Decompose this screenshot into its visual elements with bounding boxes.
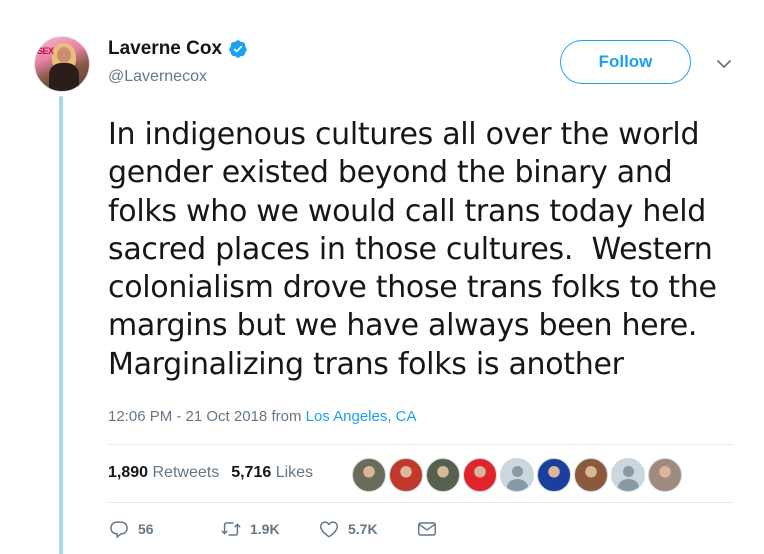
tweet-line: margins but we have always been here. (108, 308, 698, 344)
tweet-line: folks who we would call trans today held (108, 193, 707, 229)
heart-icon (320, 521, 338, 538)
liker-avatar[interactable] (426, 458, 460, 492)
liker-avatar[interactable] (389, 458, 423, 492)
liker-avatar[interactable] (500, 458, 534, 492)
retweet-count: 1.9K (250, 521, 280, 537)
tweet-line: In indigenous cultures all over the worl… (108, 117, 700, 152)
reply-action[interactable]: 56 (108, 518, 220, 540)
tweet-line: gender existed beyond the binary and (108, 155, 673, 191)
author-name[interactable]: Laverne Cox (108, 38, 222, 60)
likes-label: Likes (275, 464, 314, 481)
retweets-count: 1,890 (108, 464, 149, 481)
verified-badge-icon (229, 40, 247, 58)
tweet-line: sacred places in those cultures. Western (108, 231, 713, 267)
retweets-label: Retweets (152, 464, 220, 481)
liker-avatar[interactable] (463, 458, 497, 492)
divider (108, 444, 734, 445)
tweet-stats: 1,890 Retweets 5,716 Likes (108, 464, 313, 482)
divider (108, 502, 734, 503)
tweet-text: In indigenous cultures all over the worl… (108, 116, 748, 384)
liker-avatar[interactable] (352, 458, 386, 492)
likers-avatars (352, 458, 682, 492)
follow-button[interactable]: Follow (560, 40, 691, 84)
tweet-timestamp[interactable]: 12:06 PM - 21 Oct 2018 (108, 408, 267, 425)
author-name-row: Laverne Cox (108, 38, 248, 60)
liker-avatar[interactable] (611, 458, 645, 492)
retweets-stat[interactable]: 1,890 Retweets (108, 464, 219, 482)
liker-avatar[interactable] (537, 458, 571, 492)
avatar-magazine-text: SEX (37, 46, 54, 56)
retweet-icon (221, 522, 241, 536)
direct-message-action[interactable] (416, 518, 438, 540)
tweet-line: colonialism drove those trans folks to t… (108, 270, 717, 306)
from-label: from (271, 408, 302, 425)
likes-stat[interactable]: 5,716 Likes (231, 464, 313, 482)
envelope-icon (418, 522, 436, 536)
reply-icon (110, 521, 128, 539)
retweet-action[interactable]: 1.9K (220, 518, 318, 540)
author-handle[interactable]: @Lavernecox (108, 68, 207, 86)
like-count: 5.7K (348, 521, 378, 537)
liker-avatar[interactable] (574, 458, 608, 492)
like-action[interactable]: 5.7K (318, 518, 416, 540)
avatar[interactable]: SEX (34, 36, 90, 92)
tweet-actions: 56 1.9K 5.7K (108, 518, 438, 540)
tweet-line: Marginalizing trans folks is another (108, 346, 624, 382)
tweet-location[interactable]: Los Angeles, CA (306, 408, 417, 425)
avatar-face (57, 47, 71, 63)
likes-count: 5,716 (231, 464, 272, 481)
reply-count: 56 (138, 521, 154, 537)
avatar-body (49, 63, 79, 91)
liker-avatar[interactable] (648, 458, 682, 492)
tweet-metadata: 12:06 PM - 21 Oct 2018 from Los Angeles,… (108, 408, 417, 425)
chevron-down-icon[interactable] (716, 58, 732, 70)
thread-line (59, 96, 63, 554)
